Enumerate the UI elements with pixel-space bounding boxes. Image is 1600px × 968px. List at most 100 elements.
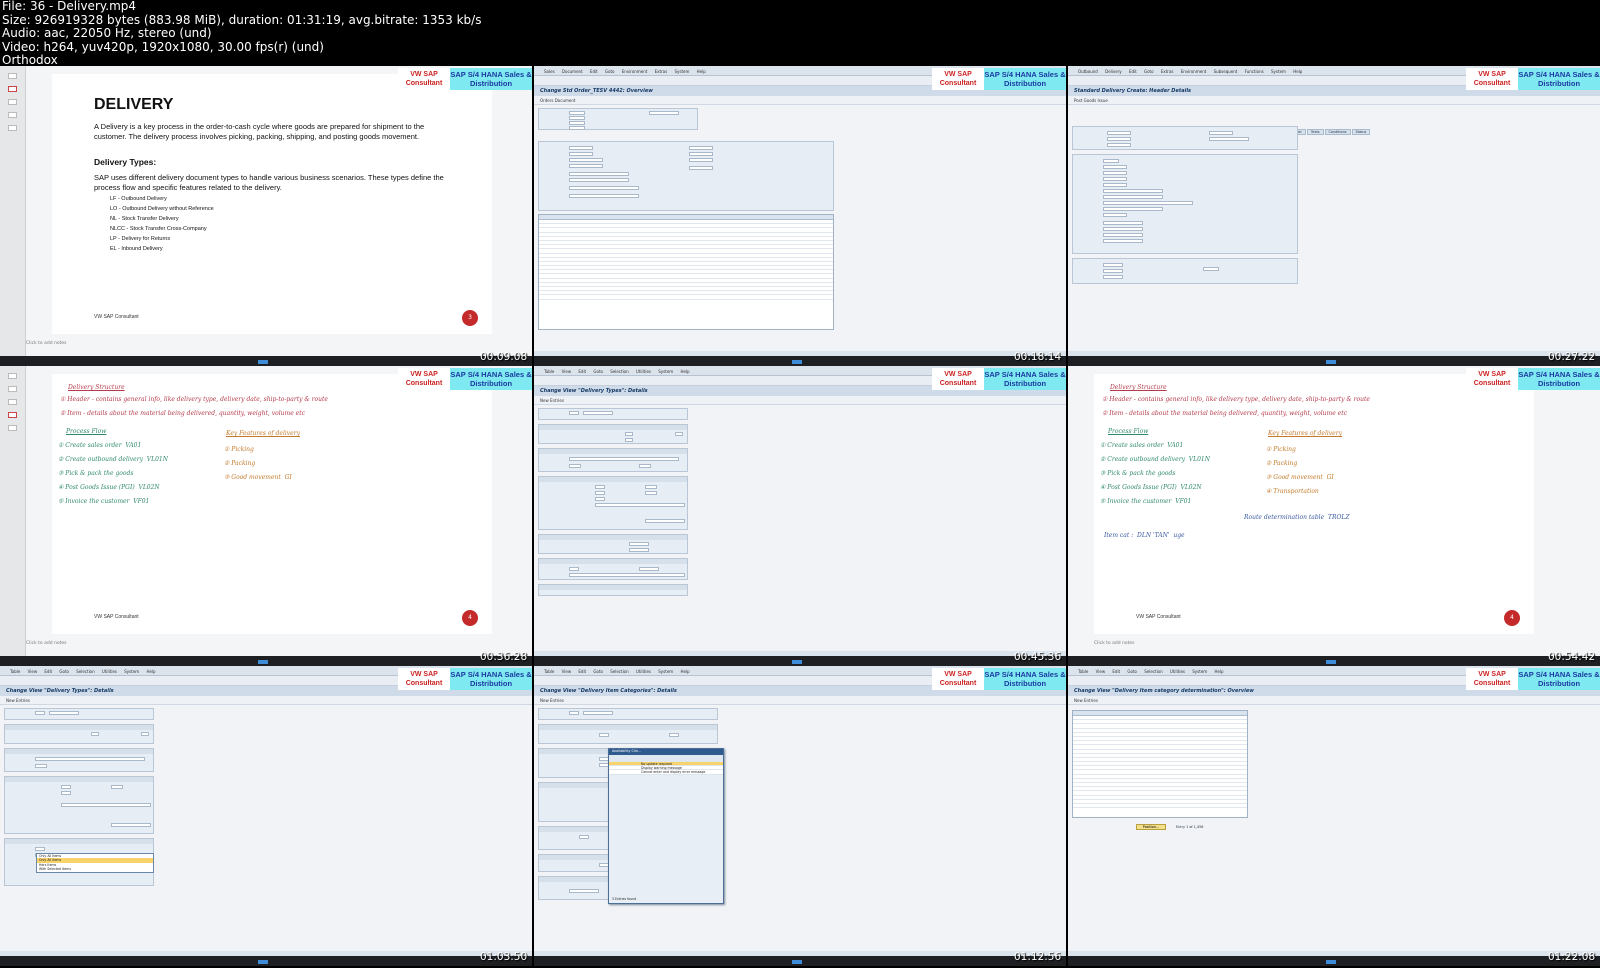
brand-banner: VW SAP Consultant SAP S/4 HANA Sales & D… xyxy=(1466,668,1600,690)
brand-banner: VW SAP Consultant SAP S/4 HANA Sales & D… xyxy=(1466,368,1600,390)
value-help-popup[interactable]: Availability Chk... No update required D… xyxy=(608,748,724,904)
seek-bar[interactable] xyxy=(0,356,532,366)
thumbnail-5[interactable]: Table View Edit Goto Selection Utilities… xyxy=(534,366,1066,666)
seek-marker[interactable] xyxy=(1326,660,1336,664)
slide-notes: Delivery Structure ① Header - contains g… xyxy=(52,374,492,634)
thumbnail-3[interactable]: Outbound Delivery Edit Goto Extras Envir… xyxy=(1068,66,1600,366)
slide-notes: Delivery Structure ① Header - contains g… xyxy=(1094,374,1534,634)
slide-footer: VW SAP Consultant xyxy=(1136,614,1181,620)
thumbnail-1[interactable]: DELIVERY A Delivery is a key process in … xyxy=(0,66,532,366)
brand-vw: VW SAP Consultant xyxy=(398,68,450,90)
seek-marker[interactable] xyxy=(792,360,802,364)
sap-app-toolbar[interactable]: New Entries xyxy=(1068,696,1600,705)
list-item: EL - Inbound Delivery xyxy=(110,246,163,252)
feature-item: ③ Good movement GI xyxy=(224,474,292,481)
list-item: LP - Delivery for Returns xyxy=(110,236,171,242)
seek-bar[interactable] xyxy=(534,656,1066,666)
thumbnail-9[interactable]: Table View Edit Goto Selection Utilities… xyxy=(1068,666,1600,966)
timestamp: 01:22:08 xyxy=(1548,951,1596,963)
thumbnail-2[interactable]: Sales Document Edit Goto Environment Ext… xyxy=(534,66,1066,366)
timestamp: 01:12:56 xyxy=(1014,951,1062,963)
notes-line-item: ② Item - details about the material bein… xyxy=(1102,410,1347,417)
seek-bar[interactable] xyxy=(0,656,532,666)
seek-bar[interactable] xyxy=(1068,356,1600,366)
list-item: LF - Outbound Delivery xyxy=(110,196,167,202)
seek-marker[interactable] xyxy=(258,660,268,664)
brand-sap: SAP S/4 HANA Sales & Distribution xyxy=(1518,368,1600,390)
brand-sap: SAP S/4 HANA Sales & Distribution xyxy=(450,68,532,90)
brand-vw: VW SAP Consultant xyxy=(1466,368,1518,390)
thumbnail-6[interactable]: Delivery Structure ① Header - contains g… xyxy=(1068,366,1600,666)
thumbnail-7[interactable]: Table View Edit Goto Selection Utilities… xyxy=(0,666,532,966)
brand-banner: VW SAP Consultant SAP S/4 HANA Sales & D… xyxy=(932,68,1066,90)
slide-panel xyxy=(0,366,26,656)
add-notes[interactable]: Click to add notes xyxy=(1094,641,1135,646)
sap-app-toolbar[interactable]: Post Goods Issue xyxy=(1068,96,1600,105)
sap-body xyxy=(538,408,858,652)
slide-footer: VW SAP Consultant xyxy=(94,314,139,320)
timestamp: 00:36:28 xyxy=(480,651,528,663)
slide-paragraph-2: SAP uses different delivery document typ… xyxy=(94,173,444,192)
list-item: NLCC - Stock Transfer Cross-Company xyxy=(110,226,207,232)
sap-app-toolbar[interactable]: New Entries xyxy=(0,696,532,705)
seek-marker[interactable] xyxy=(792,660,802,664)
seek-marker[interactable] xyxy=(258,360,268,364)
dropdown-option[interactable]: With Selected Items xyxy=(37,867,153,871)
seek-bar[interactable] xyxy=(1068,656,1600,666)
sap-tabs[interactable]: ProcessingPickingLoadingShipmentInternat… xyxy=(1072,118,1371,135)
seek-marker[interactable] xyxy=(258,960,268,964)
brand-vw: VW SAP Consultant xyxy=(1466,68,1518,90)
route-note: Route determination table TROLZ xyxy=(1244,514,1350,521)
slide-footer: VW SAP Consultant xyxy=(94,614,139,620)
video-info: Video: h264, yuv420p, 1920x1080, 30.00 f… xyxy=(2,39,324,54)
audio-info: Audio: aac, 22050 Hz, stereo (und) xyxy=(2,26,212,40)
sap-app-toolbar[interactable]: New Entries xyxy=(534,696,1066,705)
notes-line-header: ① Header - contains general info, like d… xyxy=(60,396,328,403)
delivery-types-list: LF - Outbound Delivery LO - Outbound Del… xyxy=(110,194,214,254)
thumbnail-4[interactable]: Delivery Structure ① Header - contains g… xyxy=(0,366,532,666)
seek-bar[interactable] xyxy=(1068,956,1600,966)
page-number-badge: 3 xyxy=(462,310,478,326)
file-name: File: 36 - Delivery.mp4 xyxy=(2,0,137,13)
seek-marker[interactable] xyxy=(1326,960,1336,964)
brand-banner: VW SAP Consultant SAP S/4 HANA Sales & D… xyxy=(1466,68,1600,90)
flow-step: ③ Pick & pack the goods xyxy=(1100,470,1176,477)
feature-item: ① Picking xyxy=(224,446,254,453)
brand-sap: SAP S/4 HANA Sales & Distribution xyxy=(450,668,532,690)
sap-tabs[interactable]: SalesItem OverviewItem detailOrdering pa… xyxy=(538,134,748,151)
position-button[interactable]: Position... xyxy=(1136,824,1166,830)
seek-marker[interactable] xyxy=(792,960,802,964)
flow-title: Process Flow xyxy=(66,428,107,435)
dropdown-list[interactable]: Only All Items Only All Items Hdrs Items… xyxy=(36,853,154,873)
popup-option[interactable]: Cannot enter and display error message xyxy=(609,770,723,775)
add-notes[interactable]: Click to add notes xyxy=(26,341,67,346)
entry-count: Entry 1 of 1,456 xyxy=(1176,825,1204,829)
slide-title: DELIVERY xyxy=(94,96,174,113)
sap-app-toolbar[interactable]: Orders Document xyxy=(534,96,1066,105)
determination-table[interactable] xyxy=(1072,710,1248,818)
items-table[interactable] xyxy=(538,214,834,330)
sap-app-toolbar[interactable]: New Entries xyxy=(534,396,1066,405)
seek-bar[interactable] xyxy=(0,956,532,966)
brand-sap: SAP S/4 HANA Sales & Distribution xyxy=(984,68,1066,90)
brand-banner: VW SAP Consultant SAP S/4 HANA Sales & D… xyxy=(398,368,532,390)
notes-line-header: ① Header - contains general info, like d… xyxy=(1102,396,1370,403)
seek-bar[interactable] xyxy=(534,356,1066,366)
add-notes[interactable]: Click to add notes xyxy=(26,641,67,646)
seek-bar[interactable] xyxy=(534,956,1066,966)
feature-item: ② Packing xyxy=(1266,460,1298,467)
flow-step: ③ Pick & pack the goods xyxy=(58,470,134,477)
feature-item: ③ Good movement GI xyxy=(1266,474,1334,481)
timestamp: 00:18:14 xyxy=(1014,351,1062,363)
flow-step: ① Create sales order VA01 xyxy=(1100,442,1184,449)
slide-subtitle: Delivery Types: xyxy=(94,157,157,167)
notes-heading: Delivery Structure xyxy=(1110,384,1167,391)
flow-step: ⑤ Invoice the customer VF01 xyxy=(1100,498,1192,505)
brand-vw: VW SAP Consultant xyxy=(1466,668,1518,690)
brand-banner: VW SAP Consultant SAP S/4 HANA Sales & D… xyxy=(932,368,1066,390)
seek-marker[interactable] xyxy=(1326,360,1336,364)
brand-vw: VW SAP Consultant xyxy=(932,68,984,90)
flow-title: Process Flow xyxy=(1108,428,1149,435)
brand-sap: SAP S/4 HANA Sales & Distribution xyxy=(984,668,1066,690)
thumbnail-8[interactable]: Table View Edit Goto Selection Utilities… xyxy=(534,666,1066,966)
